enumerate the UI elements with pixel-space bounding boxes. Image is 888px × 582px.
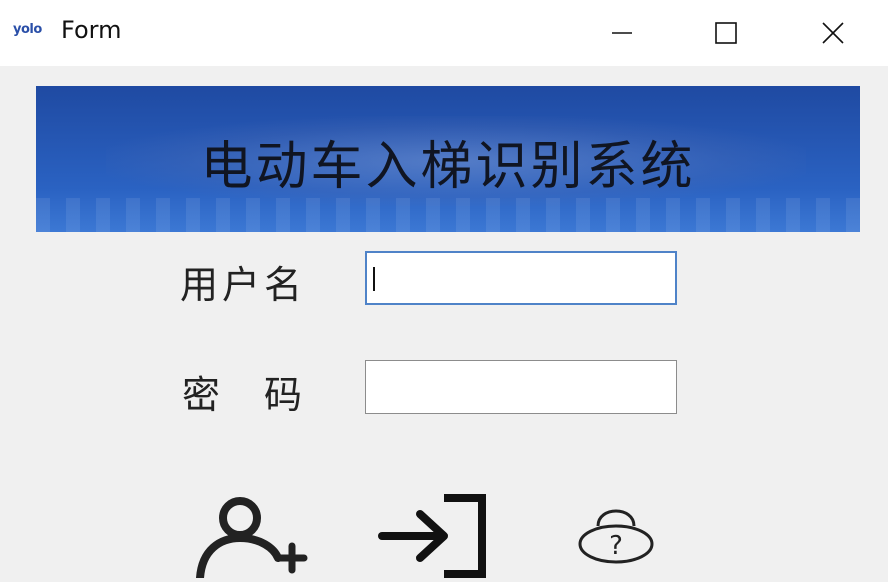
minimize-button[interactable] — [570, 0, 674, 66]
text-caret — [373, 267, 375, 291]
username-label: 用户名 — [180, 263, 307, 307]
close-icon — [822, 22, 844, 44]
password-input[interactable] — [365, 360, 677, 414]
forgot-password-lock-icon: ? — [578, 509, 654, 564]
header-banner: 电动车入梯识别系统 — [36, 86, 860, 232]
maximize-button[interactable] — [674, 0, 778, 66]
login-icon — [378, 494, 486, 578]
password-label: 密码 — [182, 373, 347, 417]
window-title: Form — [61, 16, 122, 44]
app-logo-icon: yolo — [13, 22, 42, 37]
add-user-icon — [196, 497, 308, 582]
close-button[interactable] — [778, 0, 888, 66]
register-button[interactable] — [192, 494, 316, 582]
svg-text:?: ? — [609, 531, 623, 561]
forgot-password-button[interactable]: ? — [576, 500, 660, 570]
banner-decoration — [36, 198, 860, 232]
title-bar: yolo Form — [0, 0, 888, 66]
maximize-icon — [715, 22, 737, 44]
minimize-icon — [612, 32, 632, 34]
login-button[interactable] — [378, 492, 492, 582]
system-title: 电动车入梯识别系统 — [200, 137, 696, 197]
username-input[interactable] — [365, 251, 677, 305]
